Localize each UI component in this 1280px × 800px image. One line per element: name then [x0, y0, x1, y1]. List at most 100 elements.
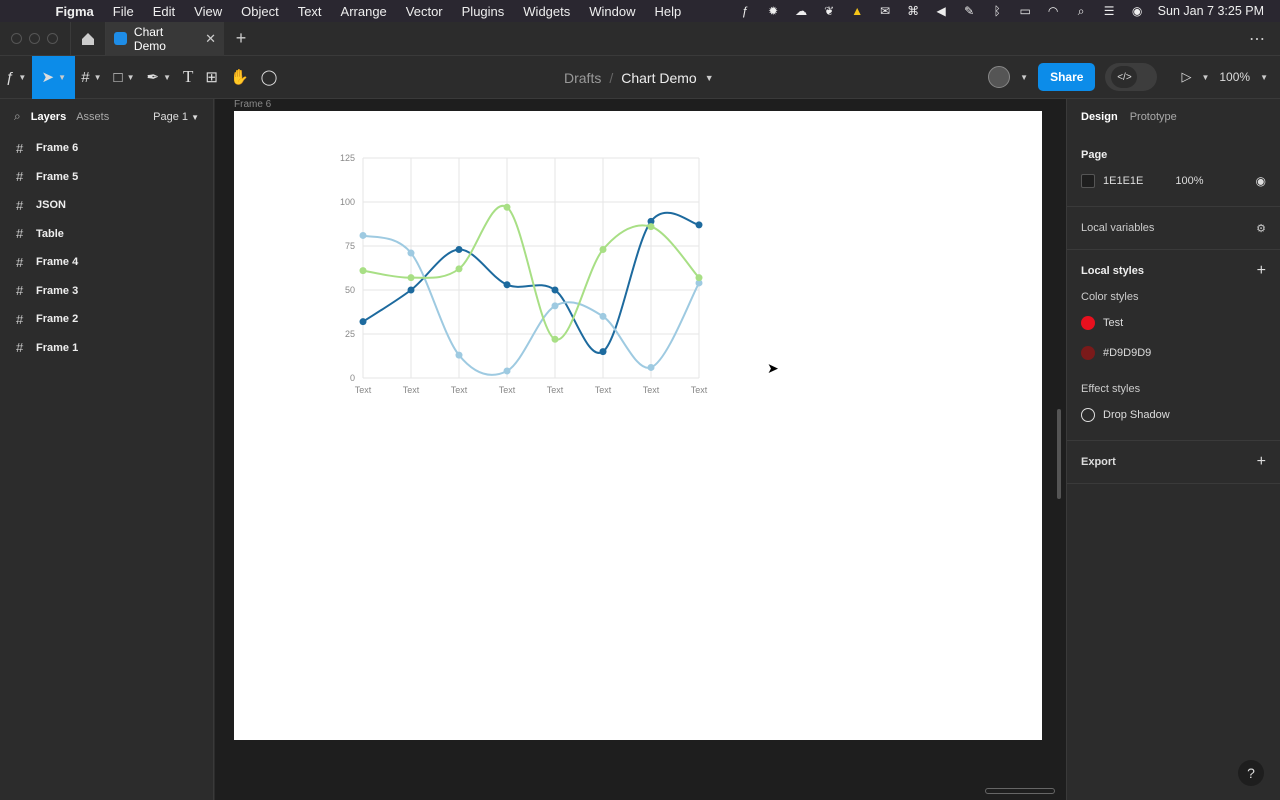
siri-icon[interactable]: ◉ [1130, 5, 1145, 17]
frame-tool[interactable]: # ▼ [75, 56, 107, 99]
vertical-scrollbar[interactable] [1057, 409, 1061, 499]
menu-plugins[interactable]: Plugins [452, 4, 514, 19]
chevron-down-icon[interactable]: ▼ [1020, 73, 1028, 82]
notification-icon[interactable]: ✉ [878, 5, 893, 17]
eye-icon[interactable]: ◉ [1256, 174, 1266, 188]
sliders-icon[interactable]: ⚙ [1256, 222, 1266, 235]
add-export-icon[interactable]: + [1257, 453, 1266, 471]
wifi-icon[interactable]: ◠ [1046, 5, 1061, 17]
move-tool[interactable]: ➤ ▼ [32, 55, 76, 99]
file-tab[interactable]: Chart Demo ✕ [106, 21, 224, 56]
zoom-level[interactable]: 100% [1219, 70, 1250, 84]
chevron-down-icon[interactable]: ▼ [705, 73, 714, 83]
x-tick-label: Text [547, 385, 564, 395]
more-options-icon[interactable]: ⋯ [1249, 29, 1280, 49]
line-chart[interactable]: 1251007550250Text Text Text Text Text Text Tex… [234, 111, 1042, 740]
local-variables-row[interactable]: Local variables ⚙ [1081, 217, 1266, 239]
page-section: Page 1E1E1E 100% ◉ [1067, 134, 1280, 207]
frame-hash-icon: # [16, 254, 24, 270]
color-style-item[interactable]: #D9D9D9 [1081, 338, 1266, 368]
menu-widgets[interactable]: Widgets [514, 4, 580, 19]
menu-text[interactable]: Text [288, 4, 331, 19]
file-name[interactable]: Chart Demo [621, 70, 696, 86]
canvas[interactable]: Frame 6 125 100 75 50 25 0 Text Text Text Text Tex… [215, 99, 1066, 800]
menu-window[interactable]: Window [580, 4, 645, 19]
layer-item[interactable]: # Frame 4 [0, 248, 213, 277]
new-tab-button[interactable]: + [224, 28, 258, 49]
feather-icon[interactable]: ❦ [822, 5, 837, 17]
data-point [551, 302, 559, 310]
minimize-window-button[interactable] [29, 33, 40, 44]
tab-prototype[interactable]: Prototype [1130, 111, 1177, 123]
tab-layers[interactable]: Layers [31, 111, 66, 123]
close-window-button[interactable] [11, 33, 22, 44]
menu-app-name[interactable]: Figma [46, 4, 103, 19]
data-point [359, 318, 367, 326]
page-color-value[interactable]: 1E1E1E [1103, 175, 1143, 187]
share-button[interactable]: Share [1038, 63, 1096, 91]
menu-vector[interactable]: Vector [396, 4, 452, 19]
hand-tool[interactable]: ✋ [224, 56, 255, 99]
page-color-swatch[interactable] [1081, 174, 1095, 188]
layer-item[interactable]: # Table [0, 220, 213, 249]
resources-tool[interactable]: ⊞ [199, 56, 224, 99]
layer-item[interactable]: # Frame 1 [0, 334, 213, 363]
menu-help[interactable]: Help [645, 4, 691, 19]
menu-view[interactable]: View [185, 4, 232, 19]
x-tick-label: Text [595, 385, 612, 395]
page-opacity-value[interactable]: 100% [1175, 175, 1203, 187]
data-point [359, 231, 367, 239]
main-menu-button[interactable]: ƒ ▼ [0, 56, 32, 99]
comment-tool[interactable]: ◯ [255, 56, 284, 99]
data-point [455, 246, 463, 254]
search-icon[interactable]: ⌕ [14, 109, 21, 124]
tab-assets[interactable]: Assets [76, 111, 109, 123]
effect-style-item[interactable]: Drop Shadow [1081, 400, 1266, 430]
pen-icon[interactable]: ✎ [962, 5, 977, 17]
avatar[interactable] [988, 66, 1011, 88]
frame-hash-icon: # [16, 169, 24, 185]
search-icon[interactable]: ⌕ [1074, 5, 1089, 17]
close-tab-icon[interactable]: ✕ [205, 31, 216, 47]
text-tool[interactable]: T [177, 56, 199, 99]
gear-burst-icon[interactable]: ✹ [766, 5, 781, 17]
horizontal-scrollbar[interactable] [985, 788, 1055, 794]
layer-item[interactable]: # JSON [0, 191, 213, 220]
volume-icon[interactable]: ◀ [934, 5, 949, 17]
chevron-down-icon[interactable]: ▼ [1260, 73, 1268, 82]
home-button[interactable] [70, 21, 106, 56]
figma-menu-icon[interactable]: ƒ [738, 5, 753, 17]
color-style-item[interactable]: Test [1081, 308, 1266, 338]
warning-icon[interactable]: ▲ [850, 5, 865, 17]
help-button[interactable]: ? [1238, 760, 1264, 786]
bluetooth-icon[interactable]: ᛒ [990, 5, 1005, 17]
dev-mode-toggle[interactable]: </> [1105, 63, 1158, 91]
frame-label[interactable]: Frame 6 [234, 99, 271, 110]
tab-design[interactable]: Design [1081, 111, 1118, 123]
cloud-icon[interactable]: ☁ [794, 5, 809, 17]
data-point [407, 249, 415, 257]
present-play-icon[interactable]: ▷ [1181, 69, 1191, 85]
page-select[interactable]: Page 1 ▼ [153, 111, 199, 123]
menu-file[interactable]: File [103, 4, 143, 19]
layer-item[interactable]: # Frame 2 [0, 305, 213, 334]
breadcrumb-drafts[interactable]: Drafts [564, 70, 601, 86]
layer-item[interactable]: # Frame 6 [0, 134, 213, 163]
pen-tool[interactable]: ✒ ▼ [141, 56, 178, 99]
maximize-window-button[interactable] [47, 33, 58, 44]
control-center-icon[interactable]: ☰ [1102, 5, 1117, 17]
chevron-down-icon[interactable]: ▼ [1201, 73, 1209, 82]
add-style-icon[interactable]: + [1257, 262, 1266, 280]
clock[interactable]: Sun Jan 7 3:25 PM [1158, 4, 1264, 18]
frame-6[interactable]: 125 100 75 50 25 0 Text Text Text Text Text Text Tex… [234, 111, 1042, 740]
layer-item[interactable]: # Frame 3 [0, 277, 213, 306]
battery-icon[interactable]: ▭ [1018, 5, 1033, 17]
menu-edit[interactable]: Edit [143, 4, 184, 19]
layer-item[interactable]: # Frame 5 [0, 163, 213, 192]
shape-tool[interactable]: □ ▼ [108, 56, 141, 99]
menu-object[interactable]: Object [232, 4, 289, 19]
keyboard-icon[interactable]: ⌘ [906, 5, 921, 17]
color-style-label: Test [1103, 317, 1124, 329]
layer-label: Frame 4 [36, 256, 79, 269]
menu-arrange[interactable]: Arrange [331, 4, 396, 19]
